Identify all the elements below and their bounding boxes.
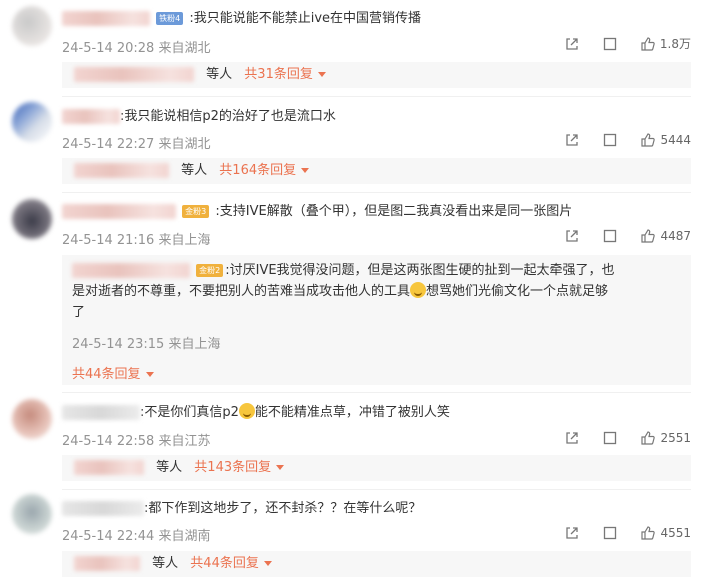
like-button[interactable]: 5444 [640,132,691,148]
reply-users-label: 等人 [181,163,208,178]
chevron-down-icon [145,372,154,377]
comment-date: 24-5-14 22:27 [62,137,155,152]
share-icon[interactable] [564,430,580,446]
reply-count-link[interactable]: 共164条回复 [219,163,296,178]
avatar[interactable] [12,399,52,439]
reply-text-line: 想骂她们光偷文化一个点就足够 [426,284,609,299]
share-icon[interactable] [564,36,580,52]
username[interactable] [72,263,190,278]
comment-icon[interactable] [602,228,618,244]
reply-count-link[interactable]: 共143条回复 [194,460,271,475]
username[interactable] [62,204,176,219]
like-count: 4551 [660,526,691,540]
reply-text-line: :讨厌IVE我觉得没问题，但是这两张图生硬的扯到一起太牵强了，也 [225,263,615,278]
username[interactable] [62,405,140,420]
chevron-down-icon [301,168,310,173]
fan-badge: 金粉3 [182,205,210,218]
comment-icon[interactable] [602,132,618,148]
reply-text-line: 了 [72,305,86,320]
emoji-icon [238,403,255,419]
username[interactable] [62,11,150,26]
avatar[interactable] [12,494,52,534]
avatar[interactable] [12,199,52,239]
like-count: 5444 [660,133,691,147]
reply-count-link[interactable]: 共44条回复 [190,556,259,571]
avatar[interactable] [12,6,52,46]
like-icon [640,430,656,446]
reply-location: 来自上海 [168,337,221,352]
reply-count-link[interactable]: 共31条回复 [244,67,313,82]
divider [62,192,691,193]
reply-users-label: 等人 [206,67,233,82]
like-button[interactable]: 4487 [640,228,691,244]
chevron-down-icon [317,72,326,77]
reply-count-link[interactable]: 共44条回复 [72,367,141,382]
like-button[interactable]: 4551 [640,525,691,541]
reply-summary[interactable]: 等人 共31条回复 [62,62,691,88]
like-icon [640,36,656,52]
username[interactable] [62,109,120,124]
like-count: 1.8万 [659,37,691,51]
emoji-icon [410,282,427,298]
comment-icon[interactable] [602,525,618,541]
share-icon[interactable] [564,132,580,148]
comment-location: 来自湖南 [158,529,211,544]
divider [62,489,691,490]
comment-location: 来自江苏 [158,434,211,449]
comment-date: 24-5-14 21:16 [62,233,155,248]
sub-reply: 金粉2:讨厌IVE我觉得没问题，但是这两张图生硬的扯到一起太牵强了，也 是对逝者… [62,255,691,385]
like-icon [640,525,656,541]
like-count: 4487 [660,229,691,243]
username[interactable] [62,501,144,516]
divider [62,96,691,97]
comment-date: 24-5-14 22:58 [62,434,155,449]
comment-icon[interactable] [602,36,618,52]
comment-date: 24-5-14 20:28 [62,41,155,56]
comment-location: 来自湖北 [158,137,211,152]
fan-badge: 铁粉4 [156,12,184,25]
like-button[interactable]: 1.8万 [640,35,691,52]
comment-text: :支持IVE解散（叠个甲），但是图二我真没看出来是同一张图片 [215,204,573,219]
reply-summary[interactable]: 等人 共143条回复 [62,455,691,481]
comment-text: :我只能说相信p2的治好了也是流口水 [120,109,336,124]
comment-text: 能不能精准点草，冲错了被别人笑 [254,405,450,420]
reply-users-label: 等人 [152,556,179,571]
divider [62,392,691,393]
comment-text: :我只能说能不能禁止ive在中国营销传播 [189,11,422,26]
comment-text: :不是你们真信p2 [140,405,239,420]
reply-users-label: 等人 [156,460,183,475]
chevron-down-icon [276,465,285,470]
comment-location: 来自湖北 [158,41,211,56]
like-count: 2551 [660,431,691,445]
like-icon [640,228,656,244]
share-icon[interactable] [564,525,580,541]
fan-badge: 金粉2 [196,264,224,277]
reply-text-line: 是对逝者的不尊重，不要把别人的苦难当成攻击他人的工具 [72,284,411,299]
share-icon[interactable] [564,228,580,244]
like-icon [640,132,656,148]
avatar[interactable] [12,102,52,142]
comment-text: :都下作到这地步了，还不封杀？？在等什么呢？ [144,501,422,516]
comment-date: 24-5-14 22:44 [62,529,155,544]
like-button[interactable]: 2551 [640,430,691,446]
chevron-down-icon [263,561,272,566]
comment-icon[interactable] [602,430,618,446]
reply-summary[interactable]: 等人 共164条回复 [62,158,691,184]
reply-date: 24-5-14 23:15 [72,337,165,352]
comment-location: 来自上海 [158,233,211,248]
reply-summary[interactable]: 等人 共44条回复 [62,551,691,577]
